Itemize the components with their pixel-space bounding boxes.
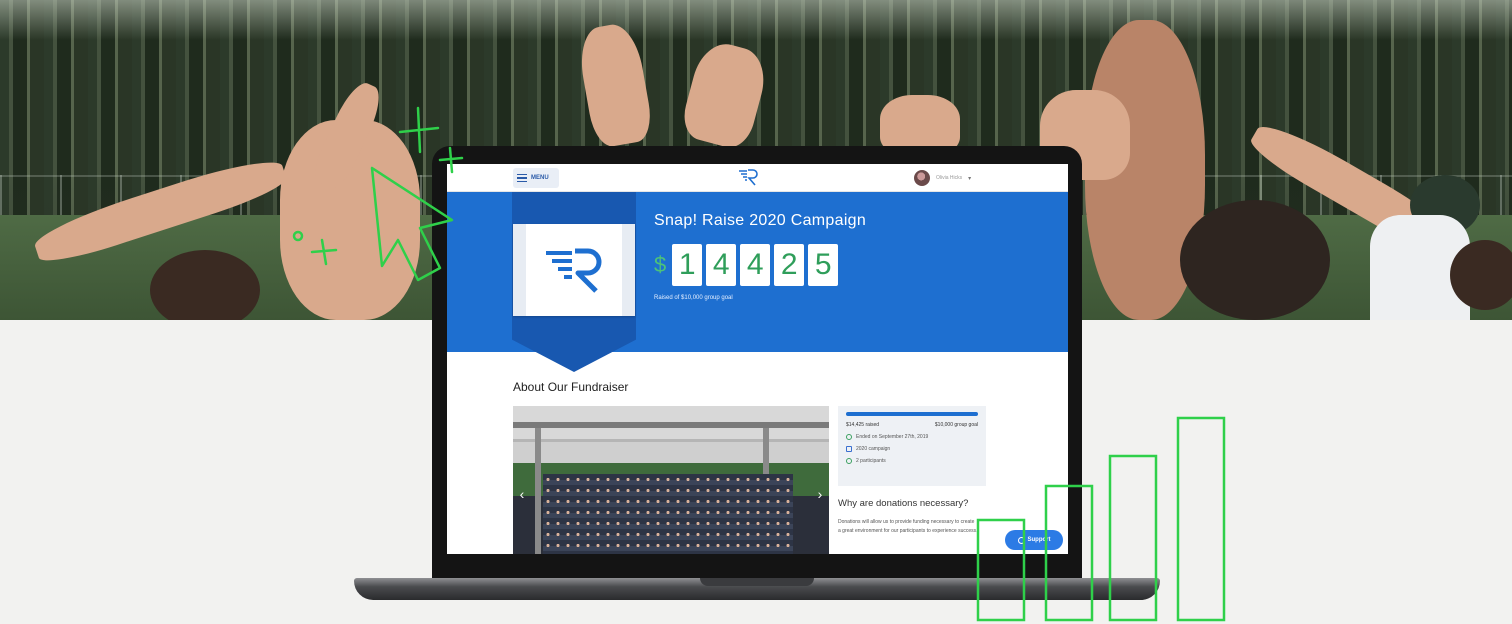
- campaign-logo-card: [513, 224, 635, 316]
- ended-date: Ended on September 27th, 2019: [856, 434, 929, 440]
- person-head: [1450, 240, 1512, 310]
- avatar: [914, 170, 930, 186]
- person-icon: [846, 458, 852, 464]
- campaign-year: 2020 campaign: [856, 446, 891, 452]
- support-icon: [1017, 536, 1025, 544]
- carousel-prev-button[interactable]: ‹: [515, 486, 529, 502]
- user-menu[interactable]: Olivia Hicks ▾: [914, 169, 994, 187]
- section-title: About Our Fundraiser: [513, 380, 629, 394]
- progress-bar: [846, 412, 978, 416]
- amount-digit: 4: [706, 244, 737, 286]
- photo-crowd: [543, 474, 793, 554]
- stats-card: $14,425 raised $10,000 group goal Ended …: [838, 406, 986, 486]
- support-label: Support: [1027, 537, 1051, 543]
- amount-digit: 5: [808, 244, 839, 286]
- calendar-icon: [846, 446, 852, 452]
- raised-hand: [678, 37, 772, 153]
- amount-digit: 4: [740, 244, 771, 286]
- progress-fill: [846, 412, 978, 416]
- amount-digit: 2: [774, 244, 805, 286]
- sky: [0, 0, 1512, 40]
- site-header: MENU Olivia Hicks ▾: [447, 164, 1068, 192]
- menu-button[interactable]: MENU: [513, 168, 559, 188]
- why-body: Donations will allow us to provide fundi…: [838, 519, 978, 534]
- currency-symbol: $: [654, 252, 667, 277]
- carousel-next-button[interactable]: ›: [813, 486, 827, 502]
- photo-beam: [513, 422, 829, 428]
- goal-amount: $10,000 group goal: [934, 422, 978, 428]
- goal-caption: Raised of $10,000 group goal: [654, 295, 733, 301]
- user-name: Olivia Hicks: [936, 175, 963, 181]
- amount-raised-counter: $ 1 4 4 2 5: [654, 244, 839, 286]
- snap-raise-logo-icon[interactable]: [737, 167, 759, 187]
- photo-pillar: [535, 428, 541, 554]
- snap-raise-r-logo-icon: [546, 248, 602, 293]
- raised-amount: $14,425 raised: [846, 422, 880, 428]
- campaign-title: Snap! Raise 2020 Campaign: [654, 212, 867, 229]
- why-title: Why are donations necessary?: [838, 498, 969, 509]
- laptop-notch: [700, 578, 814, 586]
- laptop-screen: MENU Olivia Hicks ▾ Snap! Raise 2020 Cam…: [447, 164, 1068, 554]
- support-button[interactable]: Support: [1005, 530, 1063, 550]
- team-photo: [513, 406, 829, 554]
- menu-label: MENU: [531, 175, 549, 181]
- hamburger-icon: [517, 174, 527, 182]
- participants-count: 2 participants: [856, 458, 886, 464]
- person-head: [1180, 200, 1330, 320]
- chevron-down-icon: ▾: [968, 175, 972, 182]
- person-head: [150, 250, 260, 320]
- amount-digit: 1: [672, 244, 703, 286]
- clock-icon: [846, 434, 852, 440]
